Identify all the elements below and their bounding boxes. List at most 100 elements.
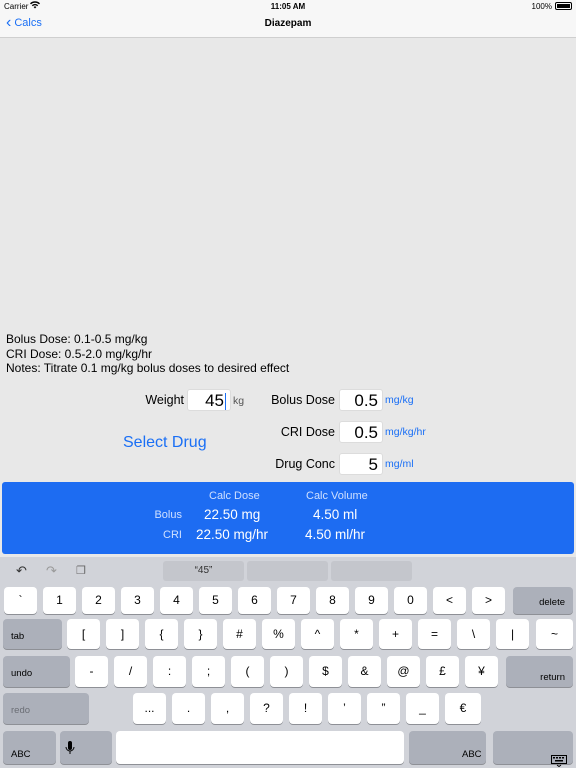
weight-value: 45 [205, 391, 224, 410]
key[interactable]: ” [367, 693, 400, 724]
key[interactable]: ... [133, 693, 166, 724]
keyboard-dismiss-icon [551, 747, 567, 768]
key[interactable]: > [472, 587, 505, 614]
key[interactable]: - [75, 656, 108, 687]
key[interactable]: % [262, 619, 295, 649]
clock: 11:05 AM [270, 2, 306, 11]
bolus-calc-volume: 4.50 ml [313, 507, 358, 522]
cri-result-label: CRI [163, 529, 182, 541]
key[interactable]: } [184, 619, 217, 649]
weight-unit: kg [233, 395, 245, 407]
return-key[interactable]: return [506, 656, 573, 687]
key[interactable]: ? [250, 693, 283, 724]
key[interactable]: : [153, 656, 186, 687]
key[interactable]: + [379, 619, 412, 649]
key[interactable]: ’ [328, 693, 361, 724]
battery-percent: 100% [531, 2, 552, 11]
calc-volume-header: Calc Volume [306, 490, 368, 502]
key[interactable]: # [223, 619, 256, 649]
key[interactable]: $ [309, 656, 342, 687]
bolus-calc-dose: 22.50 mg [204, 507, 261, 522]
drug-conc-label: Drug Conc [275, 457, 335, 471]
key[interactable]: { [145, 619, 178, 649]
battery-icon [555, 2, 572, 10]
undo-key[interactable]: undo [3, 656, 70, 687]
bolus-dose-unit: mg/kg [385, 394, 414, 406]
shortcut-bar: ↶ ↷ ❐ “45” [0, 557, 576, 585]
key[interactable]: . [172, 693, 205, 724]
key[interactable]: 7 [277, 587, 310, 614]
key[interactable]: ) [270, 656, 303, 687]
key[interactable]: | [496, 619, 529, 649]
results-panel: Calc Dose Calc Volume Bolus 22.50 mg 4.5… [2, 482, 574, 554]
abc-key-right[interactable]: ABC [409, 731, 486, 764]
key[interactable]: ( [231, 656, 264, 687]
calc-dose-header: Calc Dose [209, 490, 260, 502]
back-button[interactable]: ‹ Calcs [6, 14, 42, 31]
tab-key[interactable]: tab [3, 619, 62, 649]
chevron-left-icon: ‹ [6, 14, 12, 31]
cri-dose-unit: mg/kg/hr [385, 426, 426, 438]
key[interactable]: 2 [82, 587, 115, 614]
key[interactable]: = [418, 619, 451, 649]
redo-icon[interactable]: ↷ [46, 563, 57, 579]
key[interactable]: £ [426, 656, 459, 687]
cri-dose-input[interactable]: 0.5 [339, 421, 383, 443]
prediction-3[interactable] [331, 561, 412, 581]
space-bar[interactable] [116, 731, 404, 764]
cri-calc-dose: 22.50 mg/hr [196, 527, 269, 542]
bolus-dose-label: Bolus Dose [271, 393, 335, 407]
dictation-key[interactable] [60, 731, 112, 764]
key[interactable]: @ [387, 656, 420, 687]
key[interactable]: ] [106, 619, 139, 649]
bolus-result-label: Bolus [154, 509, 182, 521]
key[interactable]: 6 [238, 587, 271, 614]
key[interactable]: 1 [43, 587, 76, 614]
text-caret [225, 393, 226, 411]
prediction-2[interactable] [247, 561, 328, 581]
key[interactable]: \ [457, 619, 490, 649]
undo-icon[interactable]: ↶ [16, 563, 27, 579]
key[interactable]: * [340, 619, 373, 649]
microphone-icon [65, 736, 75, 768]
key[interactable]: < [433, 587, 466, 614]
key[interactable]: / [114, 656, 147, 687]
key[interactable]: 8 [316, 587, 349, 614]
key[interactable]: ! [289, 693, 322, 724]
weight-input[interactable]: 45 [187, 389, 231, 411]
bolus-dose-input[interactable]: 0.5 [339, 389, 383, 411]
key[interactable]: ¥ [465, 656, 498, 687]
weight-label: Weight [145, 393, 184, 407]
dosage-info: Bolus Dose: 0.1-0.5 mg/kg CRI Dose: 0.5-… [6, 332, 289, 376]
cri-dose-info: CRI Dose: 0.5-2.0 mg/kg/hr [6, 346, 153, 361]
key[interactable]: _ [406, 693, 439, 724]
page-title: Diazepam [264, 18, 312, 29]
drug-conc-unit: mg/ml [385, 458, 414, 470]
key[interactable]: 3 [121, 587, 154, 614]
paste-icon[interactable]: ❐ [76, 564, 86, 577]
key[interactable]: ~ [536, 619, 573, 649]
bolus-dose-info: Bolus Dose: 0.1-0.5 mg/kg [6, 332, 148, 346]
key[interactable]: 9 [355, 587, 388, 614]
cri-dose-label: CRI Dose [280, 425, 335, 439]
key[interactable]: 5 [199, 587, 232, 614]
back-button-label: Calcs [14, 17, 42, 29]
prediction-1[interactable]: “45” [163, 561, 244, 581]
key[interactable]: & [348, 656, 381, 687]
abc-key-left[interactable]: ABC [3, 731, 56, 764]
drug-conc-input[interactable]: 5 [339, 453, 383, 475]
key[interactable]: 0 [394, 587, 427, 614]
key[interactable]: , [211, 693, 244, 724]
key[interactable]: ^ [301, 619, 334, 649]
redo-key[interactable]: redo [3, 693, 89, 724]
key[interactable]: ; [192, 656, 225, 687]
key[interactable]: ` [4, 587, 37, 614]
dismiss-keyboard-key[interactable] [493, 731, 573, 768]
cri-calc-volume: 4.50 ml/hr [305, 527, 366, 542]
delete-key[interactable]: delete [513, 587, 573, 614]
notes-info: Notes: Titrate 0.1 mg/kg bolus doses to … [6, 361, 290, 375]
key[interactable]: 4 [160, 587, 193, 614]
select-drug-button[interactable]: Select Drug [123, 434, 207, 452]
key[interactable]: € [445, 693, 481, 724]
key[interactable]: [ [67, 619, 100, 649]
